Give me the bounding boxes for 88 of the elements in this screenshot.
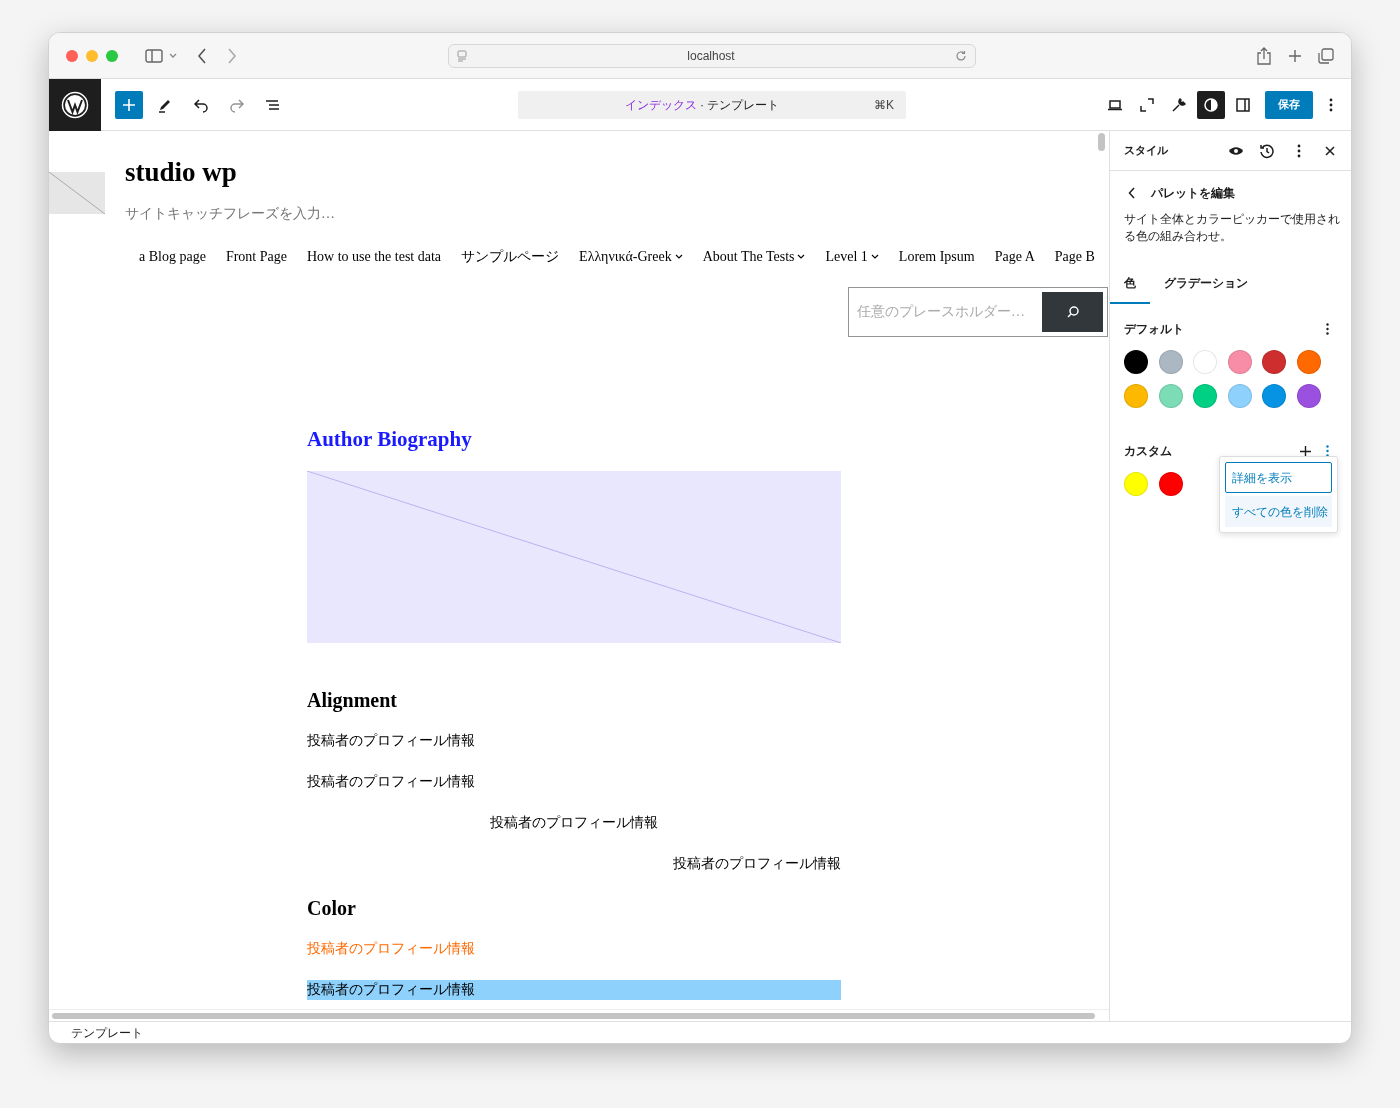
search-icon	[1065, 305, 1080, 319]
sidebar-title: スタイル	[1124, 143, 1168, 159]
paragraph[interactable]: 投稿者のプロフィール情報	[673, 854, 841, 874]
plus-icon[interactable]	[1300, 445, 1311, 457]
tab[interactable]: 色	[1110, 264, 1150, 304]
color-swatch[interactable]	[1158, 350, 1183, 374]
vertical-scrollbar[interactable]	[1098, 133, 1105, 151]
paragraph[interactable]: 投稿者のプロフィール情報	[307, 731, 475, 751]
site-tagline[interactable]: サイトキャッチフレーズを入力…	[125, 203, 335, 224]
site-logo-placeholder	[49, 172, 105, 214]
more-options-icon[interactable]	[1326, 323, 1329, 335]
wordpress-logo-icon	[61, 90, 89, 119]
more-options-icon[interactable]	[1329, 97, 1333, 112]
styles-button[interactable]	[1197, 90, 1225, 119]
palette-label: デフォルト	[1124, 321, 1184, 338]
color-swatch[interactable]	[1124, 472, 1148, 496]
contrast-icon	[1203, 96, 1219, 113]
palette-label: カスタム	[1124, 443, 1172, 460]
plus-icon	[121, 96, 137, 113]
save-button[interactable]: 保存	[1265, 90, 1313, 119]
sidebar-icon	[1235, 96, 1251, 113]
nav-link[interactable]: サンプルページ	[461, 246, 560, 267]
nav-link[interactable]: Page A	[994, 246, 1035, 267]
back-icon[interactable]	[1128, 187, 1136, 199]
color-swatch[interactable]	[1193, 350, 1217, 374]
template-name: インデックス	[624, 97, 697, 112]
page-icon	[457, 49, 467, 62]
chevron-down-icon[interactable]	[870, 254, 879, 259]
horizontal-scrollbar[interactable]	[52, 1012, 1095, 1019]
color-swatch[interactable]	[1124, 384, 1148, 408]
color-swatch[interactable]	[1296, 384, 1321, 408]
reload-icon[interactable]	[955, 49, 967, 62]
color-swatch[interactable]	[1227, 350, 1252, 374]
sidebar-toggle-icon[interactable]	[145, 48, 163, 63]
color-swatch[interactable]	[1227, 384, 1252, 408]
color-swatch[interactable]	[1193, 384, 1217, 408]
color-swatch[interactable]	[1124, 350, 1148, 374]
search-input[interactable]: 任意のプレースホルダー…	[853, 292, 1042, 332]
section-heading[interactable]: Alignment	[307, 687, 841, 713]
menu-item[interactable]: 詳細を表示	[1225, 462, 1332, 493]
command-bar[interactable]: インデックス · テンプレート ⌘K	[518, 90, 906, 119]
close-window-button[interactable]	[66, 49, 78, 62]
color-swatch[interactable]	[1296, 350, 1321, 374]
close-icon[interactable]	[1325, 145, 1335, 156]
post-title[interactable]: Author Biography	[307, 425, 841, 453]
add-block-button[interactable]	[115, 90, 143, 119]
tabs-icon[interactable]	[1318, 47, 1334, 64]
history-icon[interactable]	[1259, 142, 1275, 159]
redo-icon	[229, 96, 245, 113]
color-swatch[interactable]	[1262, 384, 1286, 408]
eye-icon[interactable]	[1228, 145, 1244, 156]
site-title[interactable]: studio wp	[125, 157, 335, 187]
chevron-down-icon[interactable]	[797, 254, 806, 259]
color-swatch[interactable]	[1158, 472, 1183, 496]
more-options-icon[interactable]	[1297, 143, 1301, 158]
shortcut-hint: ⌘K	[874, 96, 894, 114]
color-swatch[interactable]	[1262, 350, 1286, 374]
panel-heading: パレットを編集	[1151, 185, 1235, 202]
wrench-icon	[1171, 96, 1187, 113]
tab[interactable]: グラデーション	[1150, 264, 1262, 304]
back-icon[interactable]	[197, 47, 207, 64]
color-swatch[interactable]	[1158, 384, 1183, 408]
breadcrumb[interactable]: テンプレート	[71, 1023, 143, 1042]
paragraph[interactable]: 投稿者のプロフィール情報	[307, 772, 475, 792]
nav-link[interactable]: Front Page	[225, 246, 287, 267]
paragraph[interactable]: 投稿者のプロフィール情報	[307, 980, 841, 1000]
chevron-down-icon[interactable]	[674, 254, 683, 259]
section-heading[interactable]: Color	[307, 895, 841, 921]
expand-icon	[1139, 96, 1155, 113]
template-type: · テンプレート	[700, 97, 780, 112]
menu-item[interactable]: すべての色を削除	[1225, 496, 1332, 527]
search-field[interactable]: 任意のプレースホルダー…	[848, 287, 1108, 337]
url-text: localhost	[686, 47, 736, 65]
nav-link[interactable]: Level 1	[825, 246, 868, 267]
nav-link[interactable]: Lorem Ipsum	[898, 246, 975, 267]
search-button[interactable]	[1042, 292, 1103, 332]
wordpress-logo-button[interactable]	[49, 78, 101, 131]
new-tab-icon[interactable]	[1288, 48, 1302, 63]
nav-link[interactable]: a Blog page	[139, 246, 206, 267]
address-bar[interactable]: localhost	[448, 43, 976, 68]
share-icon[interactable]	[1256, 46, 1272, 65]
nav-link[interactable]: About The Tests	[702, 246, 795, 267]
nav-link[interactable]: Ελληνικά-Greek	[579, 246, 672, 267]
undo-icon	[193, 96, 209, 113]
nav-link[interactable]: How to use the test data	[306, 246, 442, 267]
palette-description: サイト全体とカラーピッカーで使用される色の組み合わせ。	[1123, 211, 1341, 245]
nav-link[interactable]: Page B	[1054, 246, 1095, 267]
paragraph[interactable]: 投稿者のプロフィール情報	[490, 813, 658, 833]
